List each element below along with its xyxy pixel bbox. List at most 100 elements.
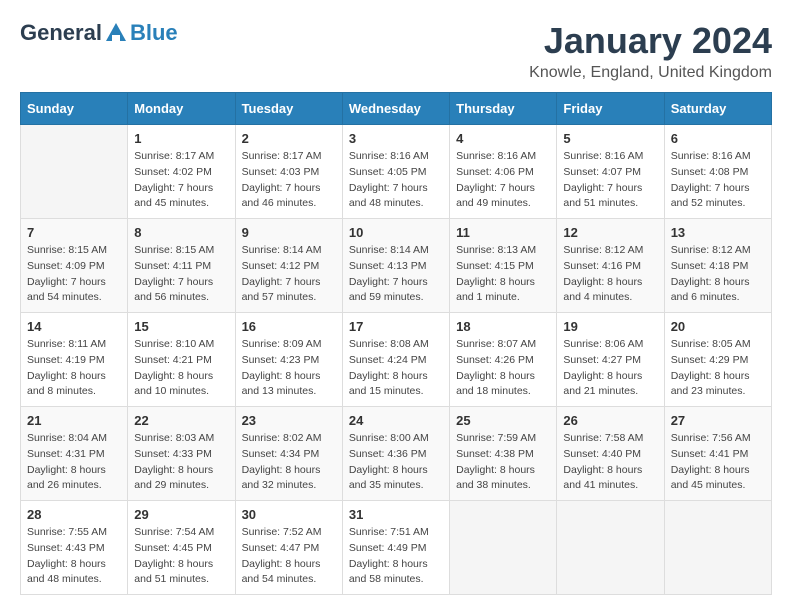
calendar-week-row: 14 Sunrise: 8:11 AMSunset: 4:19 PMDayligh… xyxy=(21,313,772,407)
day-info: Sunrise: 8:13 AMSunset: 4:15 PMDaylight:… xyxy=(456,243,550,306)
calendar-day-cell: 4 Sunrise: 8:16 AMSunset: 4:06 PMDaylight… xyxy=(450,125,557,219)
day-number: 7 xyxy=(27,225,121,240)
day-number: 15 xyxy=(134,319,228,334)
day-info: Sunrise: 8:16 AMSunset: 4:06 PMDaylight:… xyxy=(456,149,550,212)
calendar-table: SundayMondayTuesdayWednesdayThursdayFrid… xyxy=(20,92,772,595)
day-number: 12 xyxy=(563,225,657,240)
calendar-day-cell: 11 Sunrise: 8:13 AMSunset: 4:15 PMDayligh… xyxy=(450,219,557,313)
day-info: Sunrise: 7:58 AMSunset: 4:40 PMDaylight:… xyxy=(563,431,657,494)
day-info: Sunrise: 7:59 AMSunset: 4:38 PMDaylight:… xyxy=(456,431,550,494)
day-number: 22 xyxy=(134,413,228,428)
day-info: Sunrise: 8:06 AMSunset: 4:27 PMDaylight:… xyxy=(563,337,657,400)
day-number: 16 xyxy=(242,319,336,334)
day-info: Sunrise: 8:15 AMSunset: 4:09 PMDaylight:… xyxy=(27,243,121,306)
day-info: Sunrise: 8:05 AMSunset: 4:29 PMDaylight:… xyxy=(671,337,765,400)
day-number: 25 xyxy=(456,413,550,428)
calendar-day-cell: 17Sunrise: 8:08 AMSunset: 4:24 PMDayligh… xyxy=(342,313,449,407)
calendar-day-cell: 27 Sunrise: 7:56 AMSunset: 4:41 PMDayligh… xyxy=(664,407,771,501)
day-info: Sunrise: 8:00 AMSunset: 4:36 PMDaylight:… xyxy=(349,431,443,494)
day-number: 31 xyxy=(349,507,443,522)
day-number: 5 xyxy=(563,131,657,146)
day-info: Sunrise: 7:52 AMSunset: 4:47 PMDaylight:… xyxy=(242,525,336,588)
calendar-day-cell: 15Sunrise: 8:10 AMSunset: 4:21 PMDayligh… xyxy=(128,313,235,407)
logo-general-text: General xyxy=(20,20,102,46)
day-number: 13 xyxy=(671,225,765,240)
day-number: 6 xyxy=(671,131,765,146)
day-number: 20 xyxy=(671,319,765,334)
calendar-day-cell: 12 Sunrise: 8:12 AMSunset: 4:16 PMDayligh… xyxy=(557,219,664,313)
calendar-header-monday: Monday xyxy=(128,93,235,125)
calendar-day-cell: 5 Sunrise: 8:16 AMSunset: 4:07 PMDaylight… xyxy=(557,125,664,219)
day-number: 21 xyxy=(27,413,121,428)
day-info: Sunrise: 8:15 AMSunset: 4:11 PMDaylight:… xyxy=(134,243,228,306)
day-number: 8 xyxy=(134,225,228,240)
day-number: 3 xyxy=(349,131,443,146)
calendar-day-cell: 23Sunrise: 8:02 AMSunset: 4:34 PMDayligh… xyxy=(235,407,342,501)
day-number: 1 xyxy=(134,131,228,146)
day-number: 30 xyxy=(242,507,336,522)
calendar-header-thursday: Thursday xyxy=(450,93,557,125)
calendar-day-cell: 20 Sunrise: 8:05 AMSunset: 4:29 PMDayligh… xyxy=(664,313,771,407)
day-info: Sunrise: 8:04 AMSunset: 4:31 PMDaylight:… xyxy=(27,431,121,494)
day-info: Sunrise: 7:55 AMSunset: 4:43 PMDaylight:… xyxy=(27,525,121,588)
day-info: Sunrise: 8:11 AMSunset: 4:19 PMDaylight:… xyxy=(27,337,121,400)
logo-icon xyxy=(104,21,128,45)
day-info: Sunrise: 8:14 AMSunset: 4:13 PMDaylight:… xyxy=(349,243,443,306)
day-number: 4 xyxy=(456,131,550,146)
day-info: Sunrise: 8:12 AMSunset: 4:18 PMDaylight:… xyxy=(671,243,765,306)
day-number: 24 xyxy=(349,413,443,428)
calendar-day-cell: 25 Sunrise: 7:59 AMSunset: 4:38 PMDayligh… xyxy=(450,407,557,501)
day-info: Sunrise: 8:02 AMSunset: 4:34 PMDaylight:… xyxy=(242,431,336,494)
day-number: 26 xyxy=(563,413,657,428)
calendar-day-cell: 9 Sunrise: 8:14 AMSunset: 4:12 PMDaylight… xyxy=(235,219,342,313)
day-number: 28 xyxy=(27,507,121,522)
month-title: January 2024 xyxy=(529,20,772,62)
day-info: Sunrise: 8:14 AMSunset: 4:12 PMDaylight:… xyxy=(242,243,336,306)
day-info: Sunrise: 8:17 AMSunset: 4:02 PMDaylight:… xyxy=(134,149,228,212)
title-section: January 2024 Knowle, England, United Kin… xyxy=(529,20,772,82)
calendar-day-cell: 1 Sunrise: 8:17 AMSunset: 4:02 PMDaylight… xyxy=(128,125,235,219)
calendar-week-row: 28 Sunrise: 7:55 AMSunset: 4:43 PMDayligh… xyxy=(21,501,772,595)
calendar-day-cell: 29Sunrise: 7:54 AMSunset: 4:45 PMDayligh… xyxy=(128,501,235,595)
day-info: Sunrise: 8:09 AMSunset: 4:23 PMDaylight:… xyxy=(242,337,336,400)
calendar-day-cell: 13 Sunrise: 8:12 AMSunset: 4:18 PMDayligh… xyxy=(664,219,771,313)
calendar-header-sunday: Sunday xyxy=(21,93,128,125)
calendar-day-cell xyxy=(557,501,664,595)
calendar-day-cell: 22Sunrise: 8:03 AMSunset: 4:33 PMDayligh… xyxy=(128,407,235,501)
calendar-day-cell: 31 Sunrise: 7:51 AMSunset: 4:49 PMDayligh… xyxy=(342,501,449,595)
calendar-day-cell xyxy=(664,501,771,595)
day-info: Sunrise: 8:16 AMSunset: 4:05 PMDaylight:… xyxy=(349,149,443,212)
day-number: 9 xyxy=(242,225,336,240)
calendar-day-cell: 10Sunrise: 8:14 AMSunset: 4:13 PMDayligh… xyxy=(342,219,449,313)
calendar-day-cell xyxy=(21,125,128,219)
calendar-day-cell: 19Sunrise: 8:06 AMSunset: 4:27 PMDayligh… xyxy=(557,313,664,407)
logo: General Blue xyxy=(20,20,178,46)
day-number: 11 xyxy=(456,225,550,240)
day-info: Sunrise: 8:16 AMSunset: 4:08 PMDaylight:… xyxy=(671,149,765,212)
day-number: 14 xyxy=(27,319,121,334)
calendar-day-cell: 16 Sunrise: 8:09 AMSunset: 4:23 PMDayligh… xyxy=(235,313,342,407)
day-info: Sunrise: 8:12 AMSunset: 4:16 PMDaylight:… xyxy=(563,243,657,306)
calendar-day-cell: 2Sunrise: 8:17 AMSunset: 4:03 PMDaylight… xyxy=(235,125,342,219)
logo-blue-text: Blue xyxy=(130,20,178,46)
calendar-day-cell: 8 Sunrise: 8:15 AMSunset: 4:11 PMDaylight… xyxy=(128,219,235,313)
location: Knowle, England, United Kingdom xyxy=(529,64,772,82)
day-number: 27 xyxy=(671,413,765,428)
page-header: General Blue January 2024 Knowle, Englan… xyxy=(20,20,772,82)
day-number: 2 xyxy=(242,131,336,146)
calendar-day-cell: 18Sunrise: 8:07 AMSunset: 4:26 PMDayligh… xyxy=(450,313,557,407)
calendar-header-saturday: Saturday xyxy=(664,93,771,125)
calendar-day-cell: 24 Sunrise: 8:00 AMSunset: 4:36 PMDayligh… xyxy=(342,407,449,501)
calendar-week-row: 1 Sunrise: 8:17 AMSunset: 4:02 PMDaylight… xyxy=(21,125,772,219)
calendar-header-tuesday: Tuesday xyxy=(235,93,342,125)
calendar-week-row: 7 Sunrise: 8:15 AMSunset: 4:09 PMDaylight… xyxy=(21,219,772,313)
day-info: Sunrise: 7:51 AMSunset: 4:49 PMDaylight:… xyxy=(349,525,443,588)
calendar-day-cell: 21 Sunrise: 8:04 AMSunset: 4:31 PMDayligh… xyxy=(21,407,128,501)
calendar-header-friday: Friday xyxy=(557,93,664,125)
day-number: 17 xyxy=(349,319,443,334)
calendar-header-wednesday: Wednesday xyxy=(342,93,449,125)
day-info: Sunrise: 7:56 AMSunset: 4:41 PMDaylight:… xyxy=(671,431,765,494)
day-number: 18 xyxy=(456,319,550,334)
day-info: Sunrise: 8:16 AMSunset: 4:07 PMDaylight:… xyxy=(563,149,657,212)
calendar-week-row: 21 Sunrise: 8:04 AMSunset: 4:31 PMDayligh… xyxy=(21,407,772,501)
